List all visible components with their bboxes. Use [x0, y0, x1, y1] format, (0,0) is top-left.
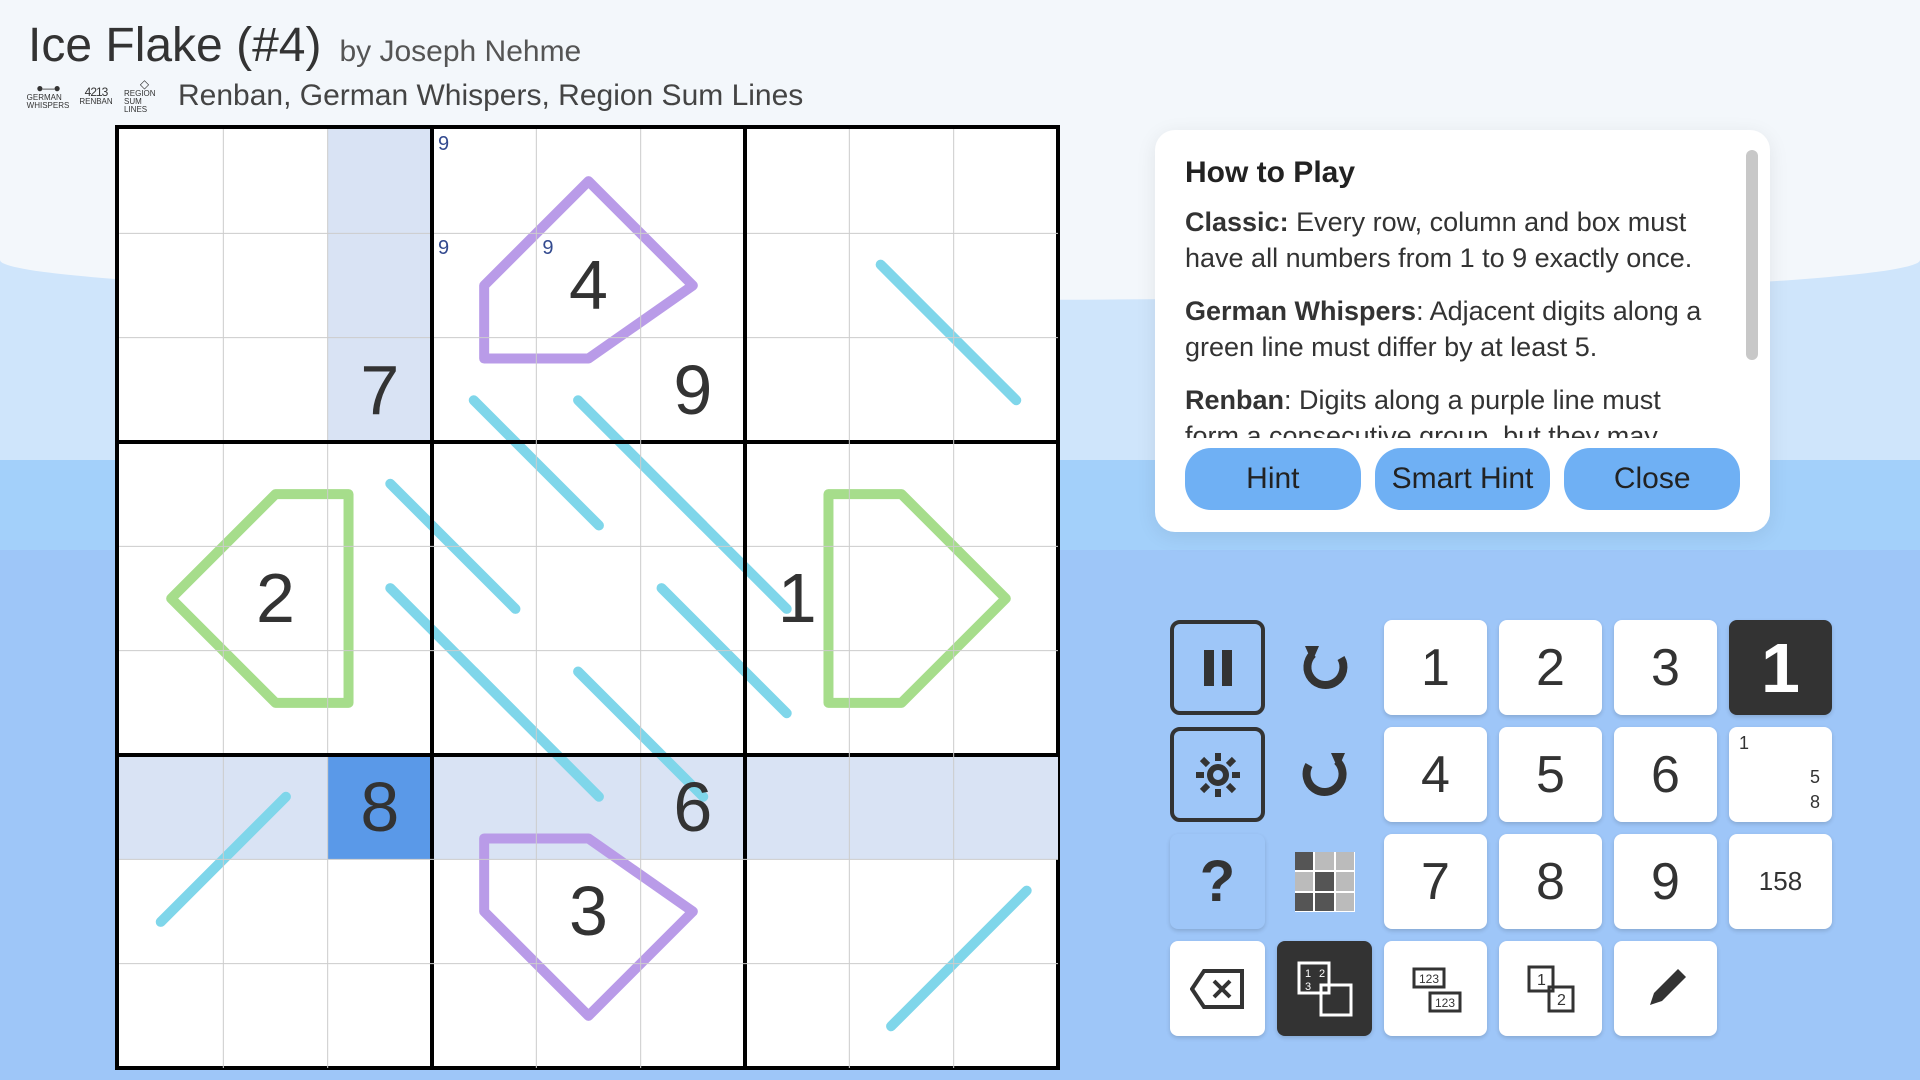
- pause-button[interactable]: [1170, 620, 1265, 715]
- mode-center-button[interactable]: 158: [1729, 834, 1832, 929]
- close-button[interactable]: Close: [1564, 448, 1740, 510]
- whispers-icon: ●—●GERMAN WHISPERS: [28, 81, 68, 111]
- digit-6-button[interactable]: 6: [1614, 727, 1717, 822]
- mode-corner-button[interactable]: 1 5 8: [1729, 727, 1832, 822]
- svg-text:2: 2: [1319, 968, 1325, 980]
- cell-given[interactable]: 3: [536, 859, 640, 963]
- mode-multi-button[interactable]: 123: [1277, 941, 1372, 1036]
- hint-button[interactable]: Hint: [1185, 448, 1361, 510]
- mode-boxes-b-button[interactable]: 12: [1499, 941, 1602, 1036]
- cell-given[interactable]: 1: [745, 546, 849, 650]
- digit-1-button[interactable]: 1: [1384, 620, 1487, 715]
- delete-button[interactable]: [1170, 941, 1265, 1036]
- sudoku-board[interactable]: 47921863999: [115, 125, 1060, 1070]
- corner-note: 9: [438, 133, 449, 156]
- header: Ice Flake (#4) by Joseph Nehme ●—●GERMAN…: [28, 18, 803, 113]
- grid-icon: [1295, 852, 1355, 912]
- digit-8-button[interactable]: 8: [1499, 834, 1602, 929]
- puzzle-author: by Joseph Nehme: [339, 35, 581, 69]
- corner-note: 9: [438, 237, 449, 260]
- pen-button[interactable]: [1614, 941, 1717, 1036]
- svg-text:123: 123: [1419, 972, 1439, 986]
- cell-given[interactable]: 2: [223, 546, 327, 650]
- smart-hint-button[interactable]: Smart Hint: [1375, 448, 1551, 510]
- help-button[interactable]: ?: [1170, 834, 1265, 929]
- scrollbar[interactable]: [1746, 150, 1758, 360]
- svg-text:123: 123: [1435, 996, 1455, 1010]
- svg-text:3: 3: [1305, 981, 1311, 993]
- redo-button[interactable]: [1277, 727, 1372, 822]
- cell-given[interactable]: 7: [328, 338, 432, 442]
- corner-note: 9: [542, 237, 553, 260]
- svg-text:2: 2: [1557, 992, 1566, 1009]
- digit-9-button[interactable]: 9: [1614, 834, 1717, 929]
- digit-3-button[interactable]: 3: [1614, 620, 1717, 715]
- mode-big-button[interactable]: 1: [1729, 620, 1832, 715]
- puzzle-title: Ice Flake (#4): [28, 18, 321, 73]
- svg-text:1: 1: [1537, 972, 1546, 989]
- renban-icon: 4213RENBAN: [76, 81, 116, 111]
- mode-boxes-a-button[interactable]: 123 123: [1384, 941, 1487, 1036]
- svg-text:1: 1: [1305, 968, 1311, 980]
- rules-heading: How to Play: [1185, 156, 1740, 190]
- rules-panel: How to Play Classic: Every row, column a…: [1155, 130, 1770, 532]
- digit-2-button[interactable]: 2: [1499, 620, 1602, 715]
- region-sum-icon: ◇REGION SUM LINES: [124, 81, 164, 111]
- puzzle-tags: Renban, German Whispers, Region Sum Line…: [178, 79, 803, 113]
- cell-given[interactable]: 6: [641, 755, 745, 859]
- settings-button[interactable]: [1170, 727, 1265, 822]
- cell-given[interactable]: 9: [641, 338, 745, 442]
- digit-4-button[interactable]: 4: [1384, 727, 1487, 822]
- color-mode-button[interactable]: [1277, 834, 1372, 929]
- digit-7-button[interactable]: 7: [1384, 834, 1487, 929]
- cell-given[interactable]: 8: [328, 755, 432, 859]
- keypad: 1 2 3 1 4 5 6 1 5 8 ? 7 8 9 158 123 1231…: [1170, 620, 1832, 1036]
- digit-5-button[interactable]: 5: [1499, 727, 1602, 822]
- tag-icons: ●—●GERMAN WHISPERS 4213RENBAN ◇REGION SU…: [28, 81, 164, 111]
- undo-button[interactable]: [1277, 620, 1372, 715]
